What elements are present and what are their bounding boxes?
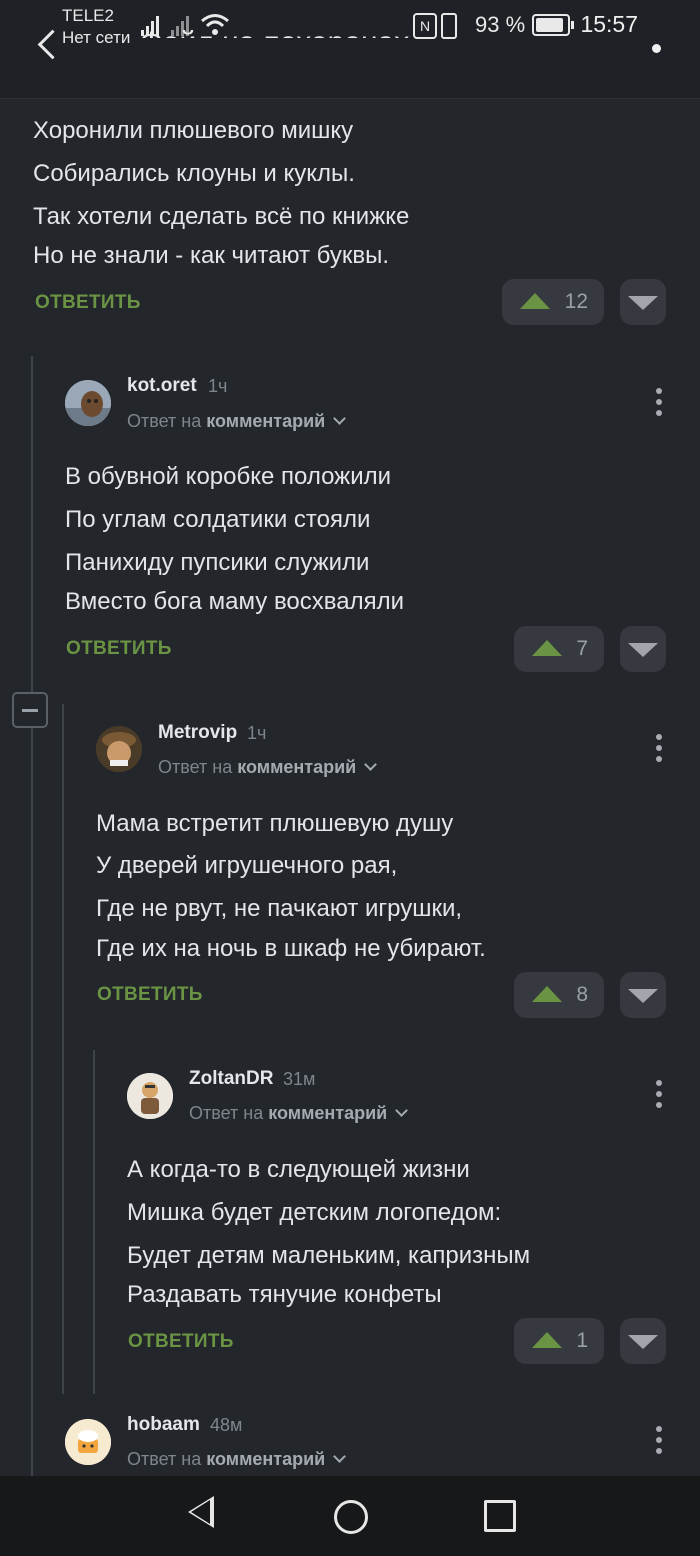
downvote-button[interactable]	[620, 626, 666, 672]
comment-line: Но не знали - как читают буквы.	[33, 242, 390, 269]
comment-line: У дверей игрушечного рая,	[96, 852, 398, 879]
upvote-button[interactable]: 8	[514, 972, 604, 1018]
upvote-button[interactable]: 7	[514, 626, 604, 672]
comment-line: Раздавать тянучие конфеты	[127, 1281, 442, 1308]
more-icon[interactable]	[652, 44, 661, 53]
reply-to-target[interactable]: комментарий	[206, 1449, 325, 1469]
downvote-icon	[628, 1335, 658, 1349]
top-bar: TELE2 Нет сети N 93 % 15:57 Фейл на похо…	[0, 0, 700, 99]
reply-to-prefix: Ответ на	[158, 757, 233, 777]
upvote-icon	[520, 293, 550, 309]
nav-back-icon[interactable]	[188, 1496, 214, 1528]
downvote-button[interactable]	[620, 279, 666, 325]
reply-to-target[interactable]: комментарий	[206, 411, 325, 431]
comment-line: Мама встретит плюшевую душу	[96, 810, 454, 837]
comment-line: По углам солдатики стояли	[65, 506, 371, 533]
avatar-image	[65, 380, 111, 426]
nav-recent-icon[interactable]	[484, 1500, 516, 1532]
reply-to[interactable]: Ответ на комментарий	[127, 1449, 347, 1470]
more-icon[interactable]	[656, 734, 662, 767]
comment-time: 31м	[283, 1069, 316, 1089]
comment-line: Хоронили плюшевого мишку	[33, 117, 354, 144]
reply-button[interactable]: ОТВЕТИТЬ	[66, 638, 172, 660]
more-icon[interactable]	[656, 1080, 662, 1113]
comment-line: Где не рвут, не пачкают игрушки,	[96, 895, 463, 922]
avatar[interactable]	[65, 380, 111, 426]
downvote-button[interactable]	[620, 972, 666, 1018]
nfc-icon: N	[413, 13, 437, 39]
reply-button[interactable]: ОТВЕТИТЬ	[35, 292, 141, 314]
avatar-image	[96, 726, 142, 772]
downvote-icon	[628, 989, 658, 1003]
clock: 15:57	[580, 11, 638, 37]
chevron-down-icon[interactable]	[395, 1104, 409, 1117]
reply-to[interactable]: Ответ на комментарий	[158, 757, 378, 778]
reply-button[interactable]: ОТВЕТИТЬ	[128, 1331, 234, 1353]
comment-line: В обувной коробке положили	[65, 463, 392, 490]
reply-to-target[interactable]: комментарий	[268, 1103, 387, 1123]
more-icon[interactable]	[656, 1426, 662, 1459]
reply-button[interactable]: ОТВЕТИТЬ	[97, 984, 203, 1006]
system-nav-bar	[0, 1476, 700, 1556]
downvote-button[interactable]	[620, 1318, 666, 1364]
carrier-name: TELE2	[62, 6, 114, 25]
reply-to-prefix: Ответ на	[127, 411, 202, 431]
avatar-image	[127, 1073, 173, 1119]
comment-line: Будет детям маленьким, капризным	[127, 1242, 531, 1269]
vibrate-icon	[441, 13, 457, 39]
author-name[interactable]: Metrovip	[158, 722, 237, 744]
page-title: Фейл на похоронах	[140, 26, 410, 59]
downvote-icon	[628, 643, 658, 657]
nav-home-icon[interactable]	[334, 1500, 368, 1534]
comment-line: Мишка будет детским логопедом:	[127, 1199, 502, 1226]
upvote-icon	[532, 1332, 562, 1348]
vote-count: 1	[576, 1329, 588, 1352]
upvote-button[interactable]: 12	[502, 279, 604, 325]
vote-count: 8	[576, 983, 588, 1006]
comment-line: А когда-то в следующей жизни	[127, 1156, 470, 1183]
comment-time: 48м	[210, 1415, 243, 1435]
reply-to-target[interactable]: комментарий	[237, 757, 356, 777]
avatar-image	[65, 1419, 111, 1465]
collapse-button[interactable]	[12, 692, 48, 728]
upvote-button[interactable]: 1	[514, 1318, 604, 1364]
collapse-icon	[22, 709, 38, 712]
thread-line[interactable]	[31, 356, 33, 1476]
avatar[interactable]	[127, 1073, 173, 1119]
battery-icon	[532, 14, 574, 36]
comment-line: Вместо бога маму восхваляли	[65, 588, 405, 615]
vote-count: 7	[576, 637, 588, 660]
comment-line: Где их на ночь в шкаф не убирают.	[96, 935, 486, 962]
battery-percent: 93 %	[475, 12, 526, 37]
comment-line: Собирались клоуны и куклы.	[33, 160, 355, 187]
thread-line[interactable]	[93, 1050, 95, 1394]
network-status: Нет сети	[62, 28, 131, 47]
avatar[interactable]	[65, 1419, 111, 1465]
vote-count: 12	[564, 290, 588, 313]
comment-time: 1ч	[208, 376, 228, 396]
chevron-down-icon[interactable]	[333, 412, 347, 425]
upvote-icon	[532, 986, 562, 1002]
reply-to[interactable]: Ответ на комментарий	[189, 1103, 409, 1124]
author-name[interactable]: kot.oret	[127, 375, 197, 397]
thread-line[interactable]	[62, 704, 64, 1394]
comment-line: Панихиду пупсики служили	[65, 549, 370, 576]
downvote-icon	[628, 296, 658, 310]
author-name[interactable]: ZoltanDR	[189, 1068, 273, 1090]
upvote-icon	[532, 640, 562, 656]
reply-to[interactable]: Ответ на комментарий	[127, 411, 347, 432]
avatar[interactable]	[96, 726, 142, 772]
reply-to-prefix: Ответ на	[127, 1449, 202, 1469]
chevron-down-icon[interactable]	[364, 758, 378, 771]
author-name[interactable]: hobaam	[127, 1414, 200, 1436]
comment-time: 1ч	[247, 723, 267, 743]
more-icon[interactable]	[656, 388, 662, 421]
comment-line: Так хотели сделать всё по книжке	[33, 203, 410, 230]
reply-to-prefix: Ответ на	[189, 1103, 264, 1123]
chevron-down-icon[interactable]	[333, 1450, 347, 1463]
